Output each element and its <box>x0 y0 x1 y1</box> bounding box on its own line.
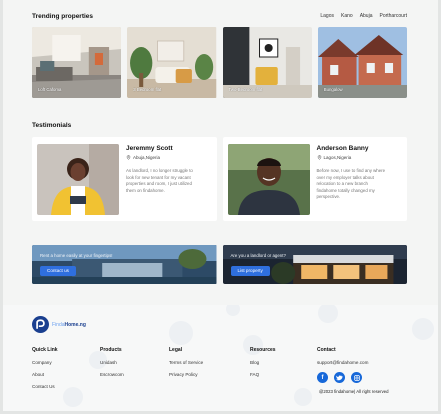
footer-col-contact: Contact support@findahome.com f <box>317 347 368 383</box>
twitter-icon[interactable] <box>334 372 345 383</box>
testimonial-location-text-2: Lagos,Nigeria <box>323 155 352 160</box>
location-pin-icon <box>317 155 321 160</box>
property-label-loft: Loft Cafoma <box>38 87 62 92</box>
testimonial-name-1: Jeremmy Scott <box>126 145 173 152</box>
footer-link-company[interactable]: Company <box>32 360 58 365</box>
testimonial-text-1: As landlord, I no longer struggle to loo… <box>126 168 193 193</box>
footer-link-about[interactable]: About <box>32 372 58 377</box>
page: Trending properties Lagos Kano Abuja Por… <box>3 0 438 411</box>
property-card-loft[interactable]: Loft Cafoma <box>32 27 122 98</box>
footer-col-title: Resources <box>250 347 276 353</box>
testimonials-title: Testimonials <box>32 122 72 129</box>
footer-link-unidash[interactable]: Unidash <box>100 360 124 365</box>
footer-col-products: Products Unidash Escrowcom <box>100 347 124 384</box>
testimonial-text-2: Before now, I use to find any where over… <box>316 168 386 200</box>
rent-banner-text: Rent a home easily at your fingertips! <box>40 253 113 258</box>
city-tab-lagos[interactable]: Lagos <box>320 13 334 19</box>
trending-grid: Loft Cafoma 3 Bedroom flat Two-Bedroom f… <box>32 27 407 98</box>
property-label-3bedroom: 3 Bedroom flat <box>133 87 162 92</box>
city-tab-kano[interactable]: Kano <box>341 13 353 19</box>
city-tab-portharcourt[interactable]: Portharcourt <box>379 13 407 19</box>
footer-col-title: Contact <box>317 347 336 353</box>
footer-col-quick-link: Quick Link Company About Contact Us <box>32 347 58 396</box>
property-label-bungalow: Bungalow <box>323 87 343 92</box>
footer-col-title: Quick Link <box>32 347 58 353</box>
footer-link-contact-us[interactable]: Contact Us <box>32 384 58 389</box>
rent-banner: Rent a home easily at your fingertips! C… <box>32 245 217 284</box>
social-icons: f <box>317 372 368 383</box>
property-card-bungalow[interactable]: Bungalow <box>317 27 407 98</box>
testimonial-photo-1 <box>37 144 119 215</box>
footer-link-faq[interactable]: FAQ <box>250 372 276 377</box>
property-label-2bedroom: Two-Bedroom flat <box>228 87 263 92</box>
banner-grid: Rent a home easily at your fingertips! C… <box>32 245 407 284</box>
footer-col-title: Products <box>100 347 122 353</box>
testimonial-location-2: Lagos,Nigeria <box>317 155 400 160</box>
footer-logo[interactable]: FindaHome.ng <box>32 316 86 333</box>
testimonial-photo-2 <box>227 144 310 215</box>
landlord-banner-text: Are you a landlord or agent? <box>230 253 286 258</box>
footer-col-resources: Resources Blog FAQ <box>250 347 276 384</box>
testimonial-body-2: Anderson Banny Lagos,Nigeria Before now,… <box>317 145 400 201</box>
rent-banner-image <box>32 245 217 284</box>
testimonial-card-2: Anderson Banny Lagos,Nigeria Before now,… <box>222 137 407 221</box>
footer-link-privacy[interactable]: Privacy Policy <box>169 372 203 377</box>
testimonial-card-1: Jeremmy Scott Abuja,Nigeria As landlord,… <box>32 137 217 221</box>
testimonials-grid: Jeremmy Scott Abuja,Nigeria As landlord,… <box>32 137 407 221</box>
list-property-button[interactable]: List property <box>230 266 270 276</box>
property-card-3bedroom[interactable]: 3 Bedroom flat <box>127 27 217 98</box>
trending-title: Trending properties <box>32 13 94 20</box>
property-card-2bedroom[interactable]: Two-Bedroom flat <box>222 27 312 98</box>
landlord-banner-image <box>222 245 407 284</box>
testimonial-location-text-1: Abuja,Nigeria <box>133 155 161 160</box>
contact-us-button[interactable]: Contact us <box>40 266 76 276</box>
twitter-bird-glyph <box>336 374 343 380</box>
footer-link-blog[interactable]: Blog <box>250 360 276 365</box>
testimonial-location-1: Abuja,Nigeria <box>126 155 209 160</box>
footer-col-legal: Legal Terms of Service Privacy Policy <box>169 347 203 384</box>
footer-logo-text: FindaHome.ng <box>52 321 86 328</box>
person-photo-2 <box>227 144 310 215</box>
testimonial-name-2: Anderson Banny <box>316 145 369 152</box>
person-photo-1 <box>37 144 119 215</box>
findahome-logo-icon <box>32 316 49 333</box>
facebook-icon[interactable]: f <box>317 372 328 383</box>
footer-col-title: Legal <box>169 347 183 353</box>
footer: FindaHome.ng Quick Link Company About Co… <box>3 305 438 411</box>
city-tab-abuja[interactable]: Abuja <box>360 13 373 19</box>
instagram-icon[interactable] <box>351 372 362 383</box>
trending-header: Trending properties Lagos Kano Abuja Por… <box>32 12 407 24</box>
testimonial-body-1: Jeremmy Scott Abuja,Nigeria As landlord,… <box>126 145 209 194</box>
landlord-banner: Are you a landlord or agent? List proper… <box>222 245 407 284</box>
footer-contact-email[interactable]: support@findahome.com <box>317 360 368 365</box>
footer-link-terms[interactable]: Terms of Service <box>169 360 203 365</box>
instagram-glyph <box>353 374 360 381</box>
location-pin-icon <box>126 155 131 160</box>
footer-link-escrowcom[interactable]: Escrowcom <box>100 372 124 377</box>
city-tabs: Lagos Kano Abuja Portharcourt <box>320 13 407 19</box>
copyright-text: @2023 findahome| All right reserved <box>319 389 389 394</box>
